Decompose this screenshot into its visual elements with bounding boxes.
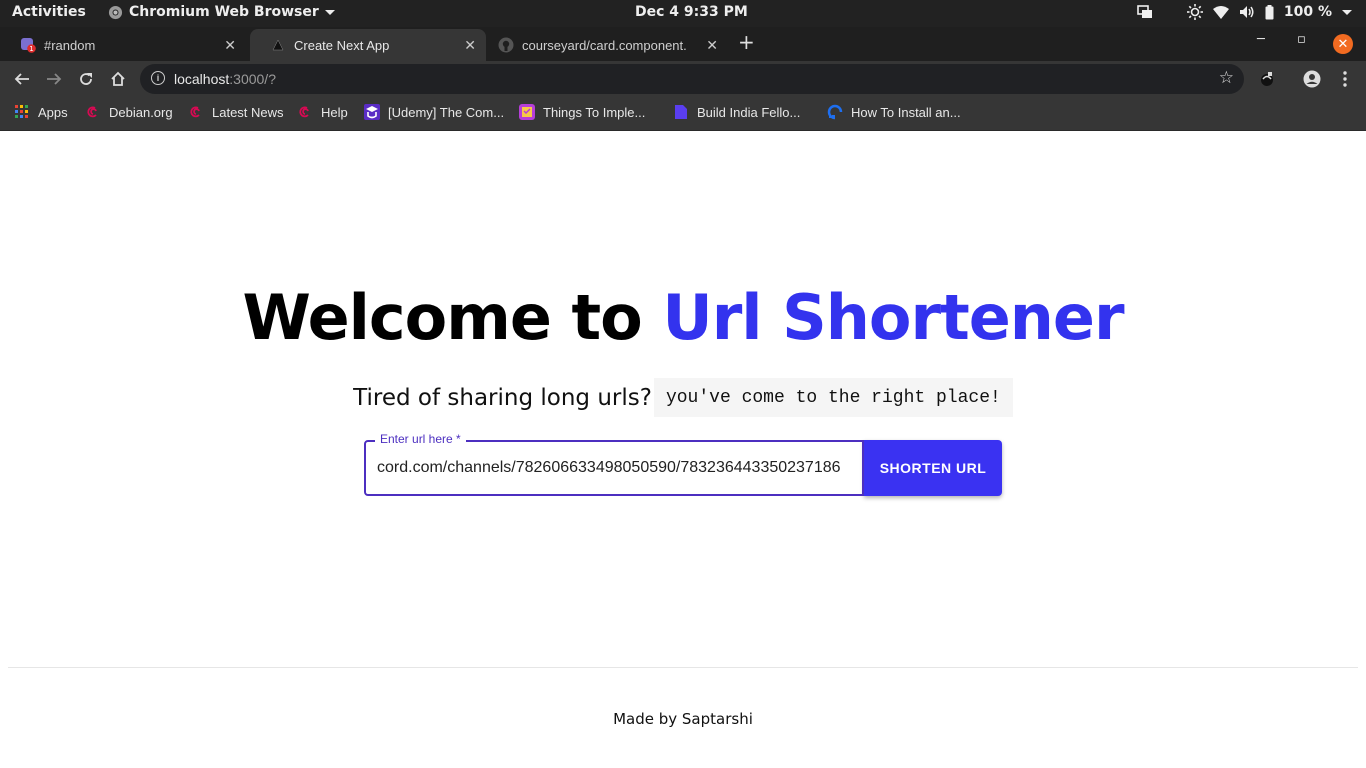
tab-strip: 1 #random ✕ Create Next App ✕ courseyard…	[0, 27, 1366, 61]
browser-toolbar: i localhost:3000/? ☆	[0, 61, 1366, 96]
maximize-window-icon[interactable]: ▫	[1297, 32, 1306, 47]
nextjs-icon	[270, 37, 286, 53]
debian-icon	[188, 104, 204, 120]
bookmark-latest-news[interactable]: Latest News	[188, 104, 284, 120]
footer-divider	[8, 667, 1358, 668]
app-menu-label: Chromium Web Browser	[129, 4, 319, 20]
tab-title: courseyard/card.component.	[522, 37, 687, 53]
close-tab-icon[interactable]: ✕	[224, 37, 236, 54]
shorten-form: Enter url here * SHORTEN URL	[364, 432, 1002, 496]
minimize-window-icon[interactable]: ─	[1257, 32, 1265, 47]
site-info-icon[interactable]: i	[151, 71, 165, 85]
digitalocean-icon	[827, 104, 843, 120]
activities-button[interactable]: Activities	[12, 4, 86, 20]
brightness-icon	[1186, 4, 1203, 20]
close-tab-icon[interactable]: ✕	[706, 37, 718, 54]
home-icon[interactable]	[108, 69, 128, 89]
close-tab-icon[interactable]: ✕	[464, 37, 476, 54]
bookmark-udemy[interactable]: [Udemy] The Com...	[364, 104, 504, 120]
bookmark-label: Debian.org	[109, 104, 173, 120]
clock[interactable]: Dec 4 9:33 PM	[635, 4, 748, 20]
tab-title: Create Next App	[294, 37, 390, 53]
reload-icon[interactable]	[76, 69, 96, 89]
bookmark-label: Help	[321, 104, 348, 120]
shorten-url-button[interactable]: SHORTEN URL	[864, 440, 1002, 496]
chevron-down-icon	[1342, 7, 1352, 17]
address-url[interactable]: localhost:3000/?	[174, 71, 276, 87]
doc-icon	[673, 104, 689, 120]
forward-icon[interactable]	[44, 69, 64, 89]
page-content: Welcome to Url Shortener Tired of sharin…	[0, 131, 1366, 768]
volume-icon	[1239, 5, 1255, 19]
bookmark-label: Build India Fello...	[697, 104, 801, 120]
bookmark-label: Apps	[38, 104, 68, 120]
caret-down-icon	[324, 7, 335, 17]
bookmark-label: How To Install an...	[851, 104, 961, 120]
url-input[interactable]	[377, 442, 853, 494]
system-top-bar: Activities Chromium Web Browser Dec 4 9:…	[0, 0, 1366, 27]
tagline: Tired of sharing long urls? you've come …	[0, 378, 1366, 417]
back-icon[interactable]	[12, 69, 32, 89]
extension-icon[interactable]	[1257, 69, 1277, 89]
page-title: Welcome to Url Shortener	[0, 281, 1366, 354]
svg-text:1: 1	[29, 45, 33, 53]
debian-icon	[297, 104, 313, 120]
github-icon	[498, 37, 514, 53]
address-bar[interactable]: i localhost:3000/? ☆	[140, 64, 1244, 94]
bookmark-things-to-implement[interactable]: Things To Imple...	[519, 104, 645, 120]
bookmark-debian[interactable]: Debian.org	[85, 104, 173, 120]
tab-courseyard[interactable]: courseyard/card.component. ✕	[478, 29, 728, 61]
url-field[interactable]: Enter url here *	[364, 432, 864, 496]
bookmark-label: Things To Imple...	[543, 104, 646, 120]
system-tray[interactable]: 100 %	[1137, 4, 1352, 20]
menu-kebab-icon[interactable]	[1335, 69, 1355, 89]
bookmark-build-india[interactable]: Build India Fello...	[673, 104, 800, 120]
bookmark-how-to-install[interactable]: How To Install an...	[827, 104, 961, 120]
tab-create-next-app[interactable]: Create Next App ✕	[250, 29, 486, 61]
debian-icon	[85, 104, 101, 120]
footer: Made by Saptarshi	[613, 710, 753, 728]
notes-icon	[519, 104, 535, 120]
bookmark-label: [Udemy] The Com...	[388, 104, 505, 120]
title-plain: Welcome to	[242, 281, 663, 354]
screen-share-icon[interactable]	[1137, 5, 1153, 19]
bookmarks-bar: Apps Debian.org Latest News Help [Udemy]…	[0, 96, 1366, 131]
title-accent: Url Shortener	[662, 281, 1124, 354]
tab-title: #random	[44, 37, 96, 53]
apps-grid-icon	[14, 104, 30, 120]
udemy-icon	[364, 104, 380, 120]
new-tab-button[interactable]: +	[738, 30, 755, 54]
close-window-button[interactable]: ✕	[1333, 34, 1353, 54]
profile-avatar-icon[interactable]	[1302, 69, 1322, 89]
battery-percentage: 100 %	[1283, 4, 1332, 20]
chromium-icon	[108, 5, 123, 20]
battery-icon	[1265, 4, 1274, 20]
bookmark-help[interactable]: Help	[297, 104, 348, 120]
app-menu[interactable]: Chromium Web Browser	[108, 4, 335, 20]
tagline-code: you've come to the right place!	[653, 378, 1013, 417]
wifi-icon	[1212, 5, 1229, 19]
bookmark-star-icon[interactable]: ☆	[1219, 68, 1234, 88]
tab-random[interactable]: 1 #random ✕	[0, 29, 246, 61]
bookmark-apps[interactable]: Apps	[14, 104, 68, 120]
slack-icon: 1	[20, 37, 36, 53]
bookmark-label: Latest News	[212, 104, 284, 120]
tagline-text: Tired of sharing long urls?	[353, 384, 652, 411]
